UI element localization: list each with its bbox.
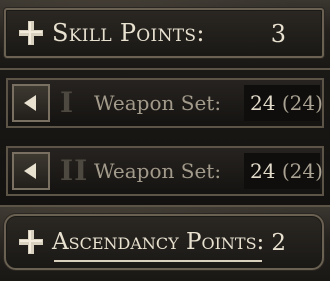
ascendancy-points-bar[interactable]: Ascendancy Points: 2 <box>4 214 324 270</box>
weapon-set-1-points: 24 (24) <box>250 91 323 115</box>
weapon-set-2-max: (24) <box>281 159 323 183</box>
left-arrow-icon <box>24 163 36 179</box>
skill-points-value: 3 <box>270 20 286 48</box>
weapon-set-1-label: Weapon Set: <box>94 91 222 115</box>
weapon-set-2-value: 24 <box>250 159 276 183</box>
left-arrow-icon <box>24 95 36 111</box>
ascendancy-points-label[interactable]: Ascendancy Points: <box>52 229 264 255</box>
skill-points-bar[interactable]: Skill Points: 3 <box>4 8 324 58</box>
weapon-set-1-swap-button[interactable] <box>12 84 50 122</box>
ascendancy-points-value: 2 <box>271 230 286 256</box>
weapon-set-1-numeral: I <box>60 86 75 119</box>
weapon-set-2-points: 24 (24) <box>250 159 323 183</box>
ascendancy-label-underline <box>54 260 262 262</box>
plus-icon[interactable] <box>16 227 46 257</box>
skill-points-label: Skill Points: <box>52 19 205 47</box>
weapon-set-1-row: I Weapon Set: 24 (24) <box>6 78 324 128</box>
weapon-set-2-swap-button[interactable] <box>12 152 50 190</box>
weapon-set-1-value: 24 <box>250 91 276 115</box>
weapon-set-2-label: Weapon Set: <box>94 159 222 183</box>
weapon-set-2-row: II Weapon Set: 24 (24) <box>6 146 324 196</box>
weapon-set-1-max: (24) <box>281 91 323 115</box>
weapon-set-2-numeral: II <box>60 154 89 187</box>
plus-icon[interactable] <box>16 18 46 48</box>
